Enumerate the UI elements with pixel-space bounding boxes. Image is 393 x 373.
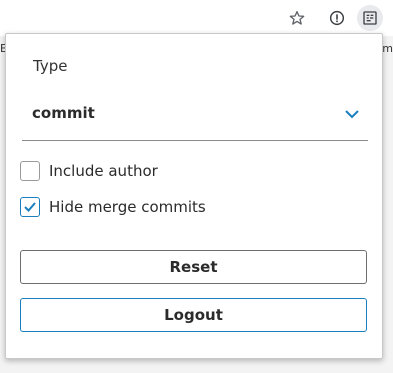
hide-merge-commits-checkbox-row[interactable]: Hide merge commits [20, 195, 206, 219]
type-select[interactable]: commit [22, 94, 368, 141]
extension-popup: Type commit Include author Hide merge co… [5, 33, 383, 359]
logout-button[interactable]: Logout [20, 298, 367, 332]
extension-icon[interactable] [357, 5, 383, 31]
hide-merge-commits-label: Hide merge commits [49, 198, 206, 216]
star-icon[interactable] [286, 7, 308, 29]
include-author-checkbox[interactable] [20, 161, 40, 181]
info-icon[interactable] [326, 7, 348, 29]
checkmark-icon [24, 202, 36, 212]
include-author-checkbox-row[interactable]: Include author [20, 159, 158, 183]
browser-toolbar [0, 0, 393, 36]
hide-merge-commits-checkbox[interactable] [20, 197, 40, 217]
include-author-label: Include author [49, 162, 158, 180]
reset-button[interactable]: Reset [20, 250, 367, 284]
type-select-value: commit [32, 104, 95, 122]
type-label: Type [33, 57, 68, 75]
chevron-down-icon [344, 106, 360, 122]
